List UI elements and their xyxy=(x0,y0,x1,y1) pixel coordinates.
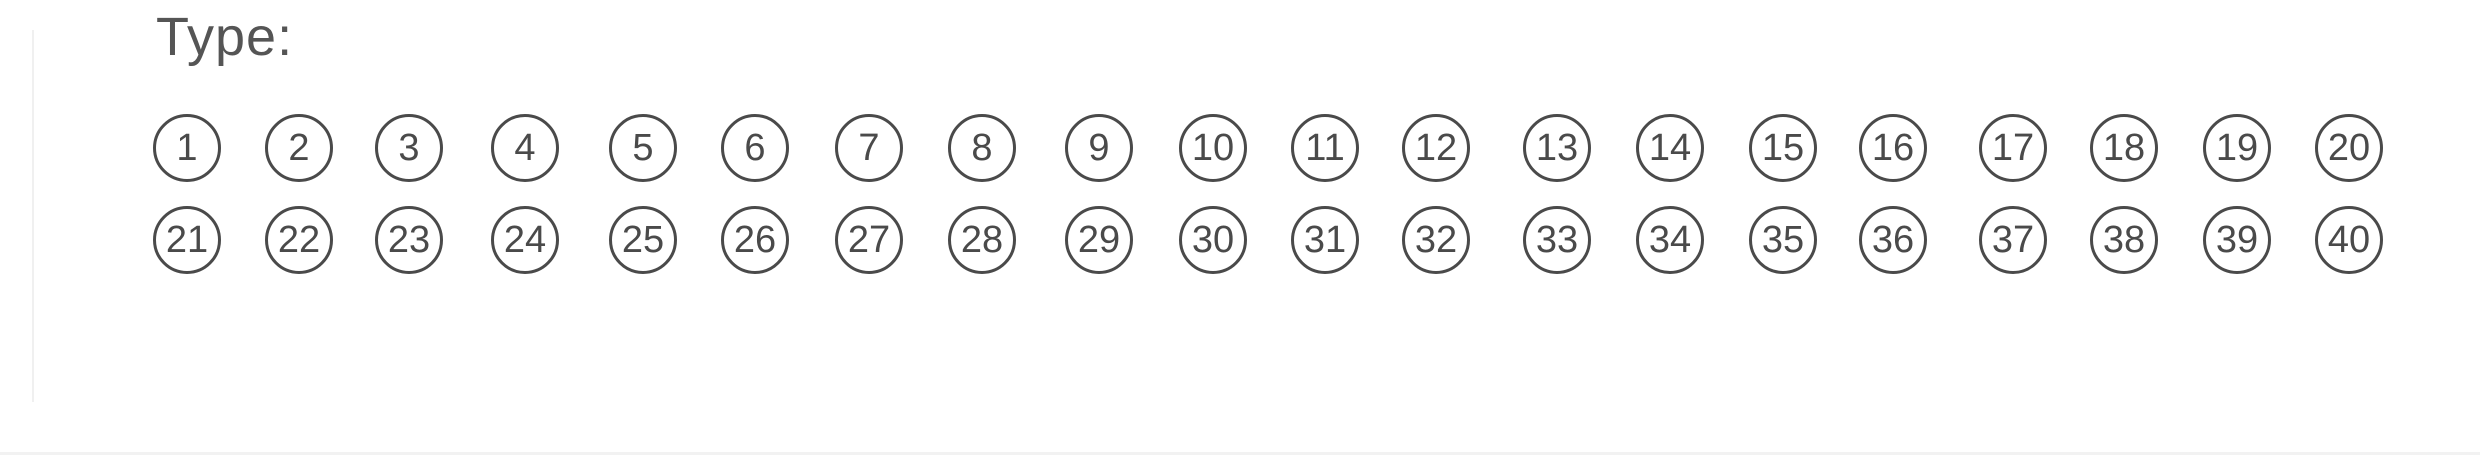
type-option-bubble-12[interactable]: 12 xyxy=(1402,114,1470,182)
type-option-bubble-32[interactable]: 32 xyxy=(1402,206,1470,274)
type-option-bubble-4[interactable]: 4 xyxy=(491,114,559,182)
type-option-bubble-7[interactable]: 7 xyxy=(835,114,903,182)
type-option-bubble-35[interactable]: 35 xyxy=(1749,206,1817,274)
type-option-bubble-5[interactable]: 5 xyxy=(609,114,677,182)
type-option-bubble-8[interactable]: 8 xyxy=(948,114,1016,182)
type-option-bubble-38[interactable]: 38 xyxy=(2090,206,2158,274)
type-option-bubble-13[interactable]: 13 xyxy=(1523,114,1591,182)
type-option-bubble-31[interactable]: 31 xyxy=(1291,206,1359,274)
type-option-bubble-2[interactable]: 2 xyxy=(265,114,333,182)
type-option-bubble-10[interactable]: 10 xyxy=(1179,114,1247,182)
type-option-bubble-36[interactable]: 36 xyxy=(1859,206,1927,274)
type-option-bubble-33[interactable]: 33 xyxy=(1523,206,1591,274)
type-label: Type: xyxy=(156,7,294,67)
type-option-bubble-30[interactable]: 30 xyxy=(1179,206,1247,274)
type-option-bubble-15[interactable]: 15 xyxy=(1749,114,1817,182)
type-option-bubble-28[interactable]: 28 xyxy=(948,206,1016,274)
type-option-bubble-25[interactable]: 25 xyxy=(609,206,677,274)
type-option-bubble-29[interactable]: 29 xyxy=(1065,206,1133,274)
type-option-bubble-39[interactable]: 39 xyxy=(2203,206,2271,274)
type-option-bubble-17[interactable]: 17 xyxy=(1979,114,2047,182)
type-option-bubble-1[interactable]: 1 xyxy=(153,114,221,182)
type-option-bubble-40[interactable]: 40 xyxy=(2315,206,2383,274)
type-option-bubble-26[interactable]: 26 xyxy=(721,206,789,274)
type-option-bubble-3[interactable]: 3 xyxy=(375,114,443,182)
left-margin-rule xyxy=(32,30,34,402)
type-option-bubble-11[interactable]: 11 xyxy=(1291,114,1359,182)
type-option-bubble-6[interactable]: 6 xyxy=(721,114,789,182)
bottom-divider xyxy=(0,452,2480,455)
type-option-bubble-19[interactable]: 19 xyxy=(2203,114,2271,182)
type-option-bubble-23[interactable]: 23 xyxy=(375,206,443,274)
type-option-bubble-18[interactable]: 18 xyxy=(2090,114,2158,182)
type-option-bubble-34[interactable]: 34 xyxy=(1636,206,1704,274)
type-selection-form: Type: 1 2 3 4 5 6 7 8 9 10 11 12 13 14 15 16 17 18 19 20 21 2… xyxy=(0,0,2480,457)
type-option-bubble-24[interactable]: 24 xyxy=(491,206,559,274)
type-option-bubble-22[interactable]: 22 xyxy=(265,206,333,274)
type-option-bubble-27[interactable]: 27 xyxy=(835,206,903,274)
type-option-bubble-16[interactable]: 16 xyxy=(1859,114,1927,182)
type-option-bubble-20[interactable]: 20 xyxy=(2315,114,2383,182)
type-option-bubble-14[interactable]: 14 xyxy=(1636,114,1704,182)
type-option-bubble-37[interactable]: 37 xyxy=(1979,206,2047,274)
type-option-bubble-21[interactable]: 21 xyxy=(153,206,221,274)
type-option-bubble-9[interactable]: 9 xyxy=(1065,114,1133,182)
